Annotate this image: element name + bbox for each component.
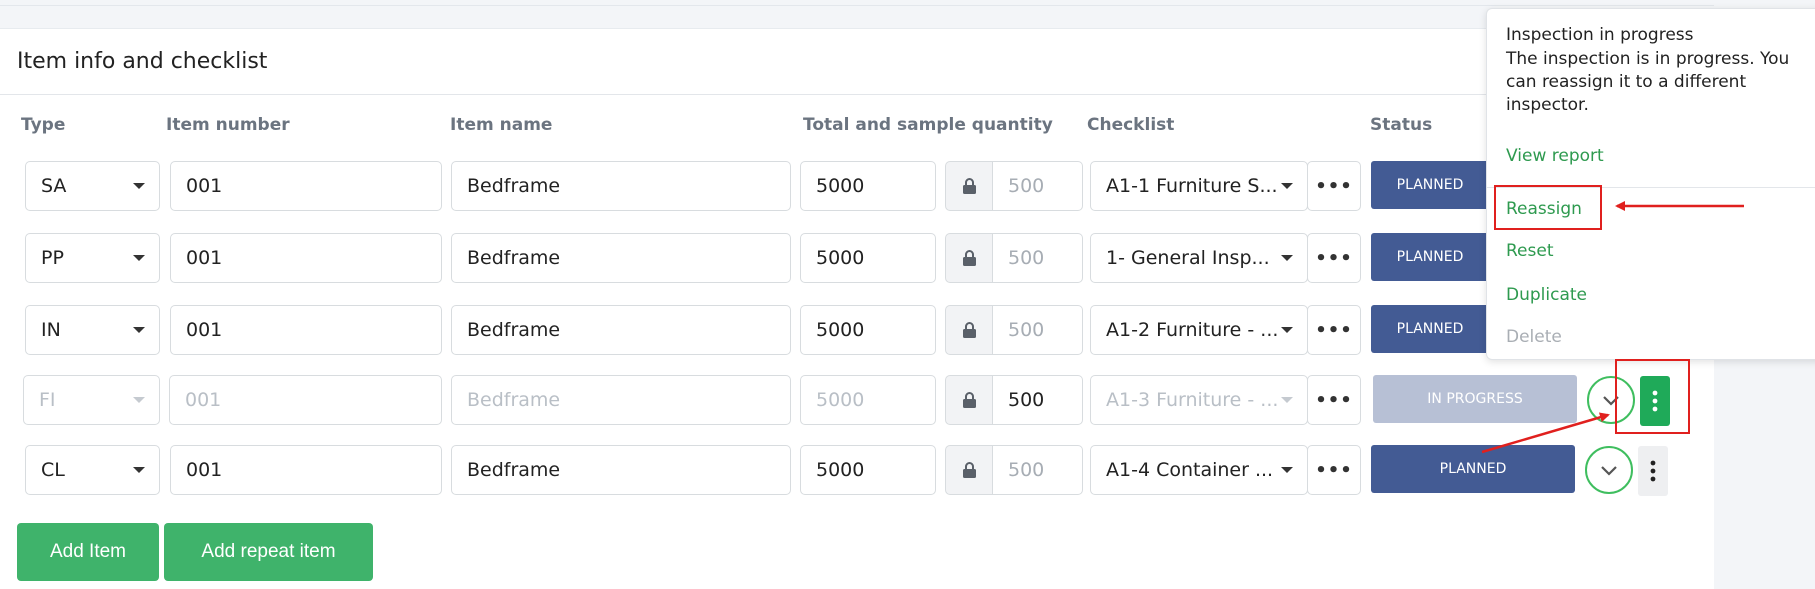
arrow-to-kebab <box>1481 412 1610 454</box>
annotation-arrows <box>1481 201 1744 454</box>
page: Item info and checklist Type Item number… <box>0 0 1815 589</box>
